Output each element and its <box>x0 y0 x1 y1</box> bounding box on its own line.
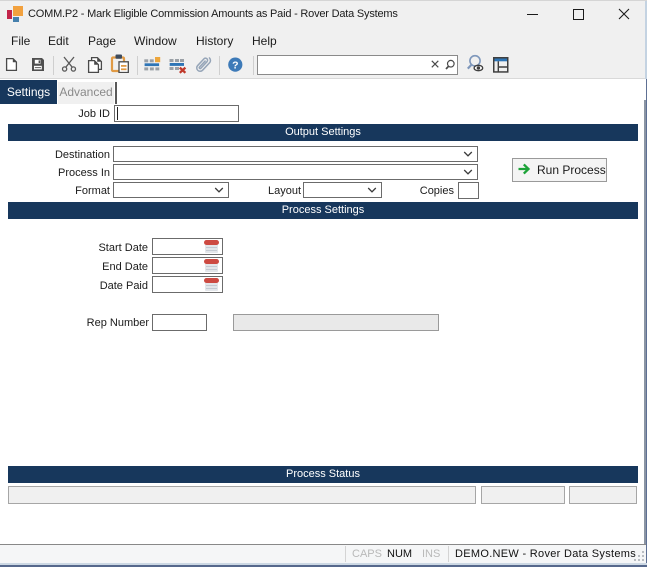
svg-text:?: ? <box>232 59 238 71</box>
